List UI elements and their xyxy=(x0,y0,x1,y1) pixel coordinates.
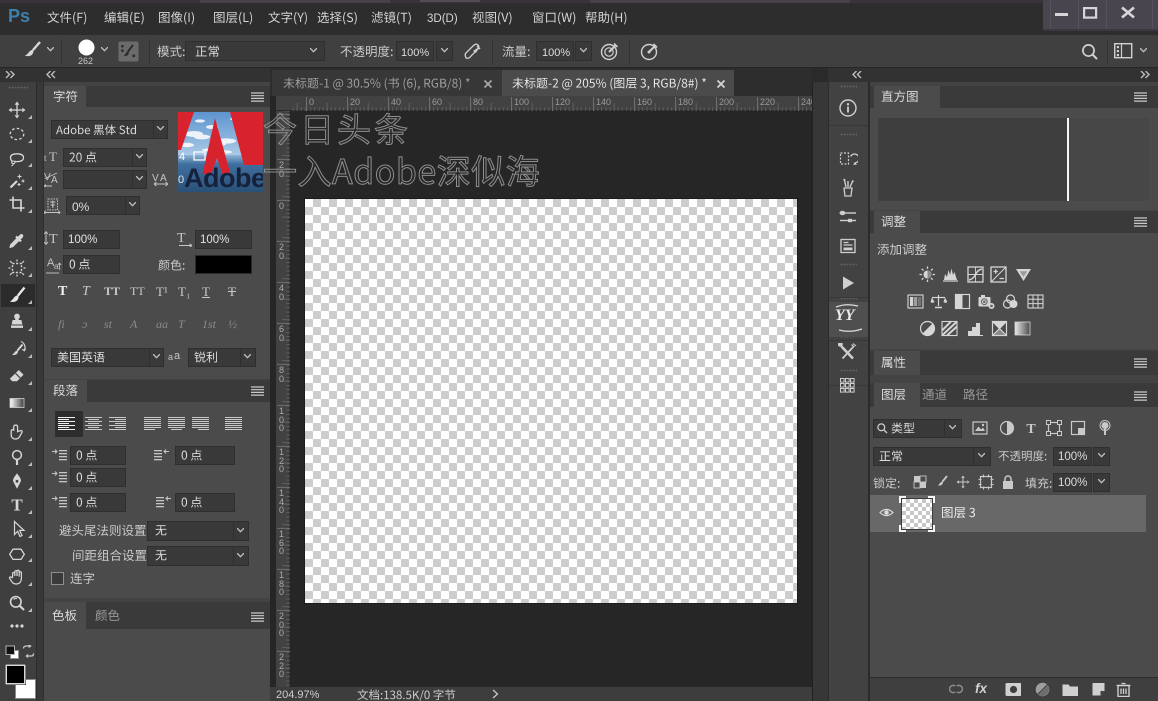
svg-text:Adobe: Adobe xyxy=(184,163,263,192)
svg-text:T: T xyxy=(11,496,23,514)
svg-text:T: T xyxy=(177,231,186,246)
svg-text:t: t xyxy=(44,153,47,163)
svg-text:T: T xyxy=(49,149,57,163)
svg-text:T: T xyxy=(1026,422,1036,436)
svg-text:a: a xyxy=(54,262,59,271)
svg-text:0: 0 xyxy=(178,174,184,186)
svg-text:4: 4 xyxy=(179,151,185,163)
svg-text:T: T xyxy=(49,232,58,247)
svg-text:A: A xyxy=(51,175,58,186)
